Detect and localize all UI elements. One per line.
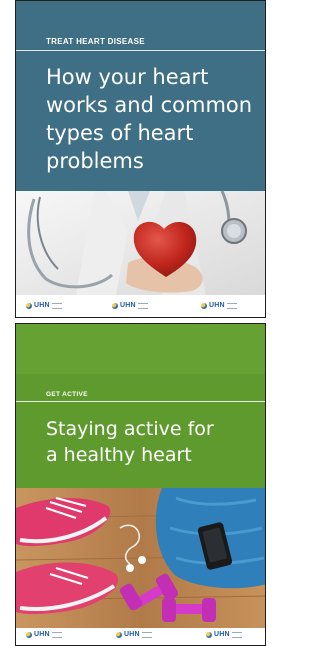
uhn-logo-icon — [116, 631, 122, 638]
exercise-gear-illustration — [16, 488, 265, 628]
exercise-gear-photo — [16, 488, 265, 628]
brochure-card-staying-active[interactable]: GET ACTIVE Staying active for a healthy … — [15, 323, 266, 646]
uhn-logo: UHN — [112, 302, 148, 309]
card-footer: UHN UHN UHN — [16, 295, 265, 317]
uhn-logo: UHN — [26, 302, 62, 309]
uhn-logo-text: UHN — [120, 302, 136, 309]
uhn-logo: UHN — [201, 302, 237, 309]
logo-tagline-lines — [137, 302, 148, 309]
card-category: TREAT HEART DISEASE — [46, 37, 145, 46]
uhn-logo-text: UHN — [34, 302, 50, 309]
logo-tagline-lines — [231, 631, 242, 638]
brochure-card-heart-problems[interactable]: TREAT HEART DISEASE How your heart works… — [15, 0, 266, 318]
card-title-line: How your heart — [46, 65, 209, 89]
uhn-logo-icon — [201, 302, 207, 309]
card-title-line: problems — [46, 149, 144, 173]
header-divider — [16, 401, 265, 402]
logo-tagline-lines — [51, 302, 62, 309]
card-header: GET ACTIVE Staying active for a healthy … — [16, 324, 265, 488]
card-title: Staying active for a healthy heart — [46, 416, 257, 468]
uhn-logo-text: UHN — [34, 631, 50, 638]
card-title-line: works and common — [46, 93, 253, 117]
brochure-covers-page: TREAT HEART DISEASE How your heart works… — [0, 0, 266, 646]
logo-tagline-lines — [226, 302, 237, 309]
uhn-logo-text: UHN — [214, 631, 230, 638]
doctor-heart-illustration — [16, 191, 265, 295]
card-title-line: Staying active for — [46, 418, 214, 440]
uhn-logo: UHN — [116, 631, 152, 638]
header-divider — [16, 50, 265, 51]
card-title-line: a healthy heart — [46, 444, 192, 466]
card-footer: UHN UHN UHN — [16, 628, 265, 645]
logo-tagline-lines — [51, 631, 62, 638]
uhn-logo-text: UHN — [209, 302, 225, 309]
card-category: GET ACTIVE — [46, 391, 88, 398]
uhn-logo: UHN — [206, 631, 242, 638]
uhn-logo: UHN — [26, 631, 62, 638]
card-title-line: types of heart — [46, 121, 194, 145]
card-title: How your heart works and common types of… — [46, 63, 257, 175]
uhn-logo-icon — [26, 631, 32, 638]
header-top-band — [16, 324, 265, 374]
uhn-logo-icon — [112, 302, 118, 309]
card-header: TREAT HEART DISEASE How your heart works… — [16, 1, 265, 191]
uhn-logo-text: UHN — [124, 631, 140, 638]
doctor-holding-heart-photo — [16, 191, 265, 295]
logo-tagline-lines — [141, 631, 152, 638]
uhn-logo-icon — [26, 302, 32, 309]
uhn-logo-icon — [206, 631, 212, 638]
